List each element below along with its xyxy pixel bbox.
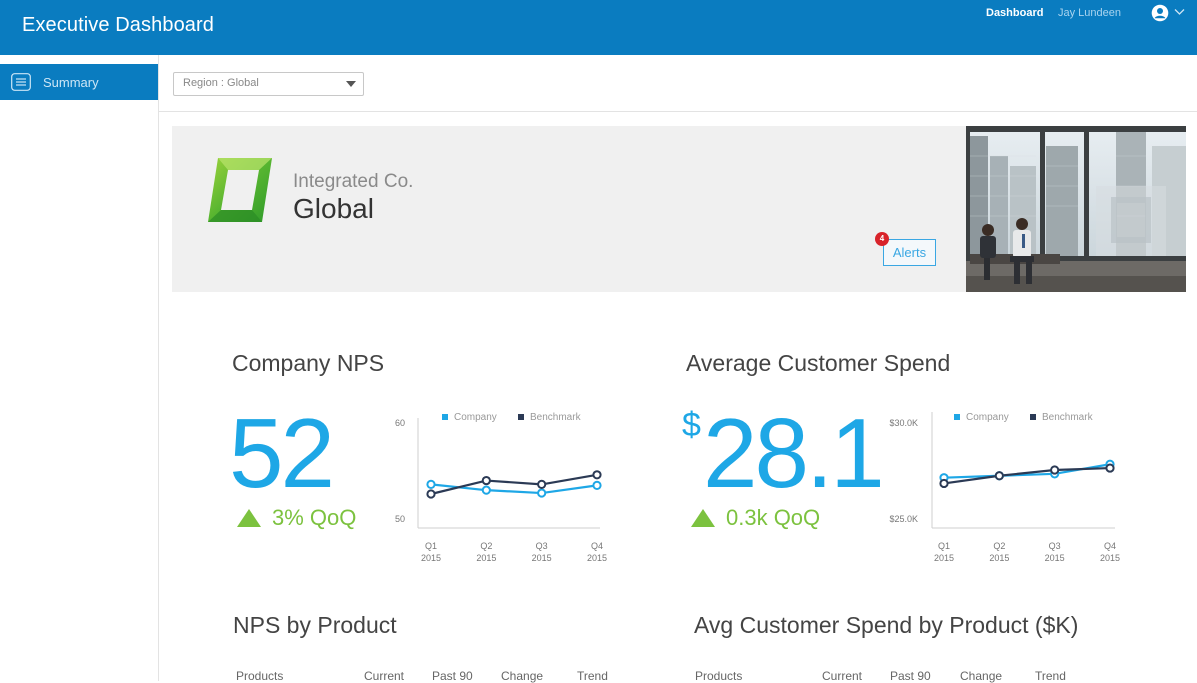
legend-label: Company <box>966 412 1009 423</box>
chart-x-tick-label: 2015 <box>989 553 1009 563</box>
chart-x-tick-label: Q2 <box>480 541 492 551</box>
spend-qoq-change: 0.3k QoQ <box>726 505 821 530</box>
chart-y-tick-label: 60 <box>395 418 405 428</box>
user-circle-icon[interactable] <box>1151 4 1169 22</box>
sidebar: Summary <box>0 55 159 681</box>
top-bar: Executive Dashboard Dashboard Jay Lundee… <box>0 0 1197 55</box>
data-point-benchmark[interactable] <box>426 489 436 499</box>
legend-label: Benchmark <box>1042 412 1094 423</box>
chart-x-tick-label: Q1 <box>425 541 437 551</box>
arrow-up-icon <box>691 509 715 527</box>
chart-x-tick-label: 2015 <box>476 553 496 563</box>
spend-value: 28.1 <box>703 398 885 508</box>
chart-x-tick-label: Q1 <box>938 541 950 551</box>
spend-trend-chart: $30.0K $25.0K Company Benchmark Q1 2015 Q2 2015… <box>889 412 1120 563</box>
legend-swatch <box>954 414 960 420</box>
data-point-company[interactable] <box>426 479 436 490</box>
data-point-benchmark[interactable] <box>939 478 949 489</box>
user-name-link[interactable]: Jay Lundeen <box>1058 7 1121 19</box>
data-point-benchmark[interactable] <box>537 479 547 490</box>
data-point-benchmark[interactable] <box>592 470 602 480</box>
region-heading: Global <box>293 193 374 224</box>
region-select[interactable]: Region : Global <box>173 72 364 96</box>
alerts-count-badge: 4 <box>875 232 889 246</box>
nav-dashboard-link[interactable]: Dashboard <box>986 7 1043 19</box>
legend-label: Company <box>454 412 497 423</box>
data-point-benchmark[interactable] <box>1050 465 1060 475</box>
data-point-company[interactable] <box>592 480 602 490</box>
legend-swatch <box>518 414 524 420</box>
data-point-benchmark[interactable] <box>994 471 1004 481</box>
chart-y-tick-label: $30.0K <box>889 418 918 428</box>
chart-x-tick-label: 2015 <box>587 553 607 563</box>
chart-x-tick-label: 2015 <box>1100 553 1120 563</box>
company-logo <box>208 158 272 222</box>
data-point-benchmark[interactable] <box>1105 463 1115 473</box>
nps-by-product-title: NPS by Product <box>233 612 397 638</box>
series-line-company <box>943 463 1111 479</box>
chart-y-tick-label: $25.0K <box>889 514 918 524</box>
list-icon <box>11 73 31 91</box>
filter-bar: Region : Global <box>159 55 1197 112</box>
nps-qoq-change: 3% QoQ <box>272 505 357 530</box>
company-name: Integrated Co. <box>293 171 414 192</box>
legend-swatch <box>1030 414 1036 420</box>
sidebar-item-label: Summary <box>43 75 99 90</box>
data-point-company[interactable] <box>481 485 491 495</box>
spend-by-product-title: Avg Customer Spend by Product ($K) <box>694 612 1079 638</box>
data-point-company[interactable] <box>537 488 547 498</box>
nps-section-title: Company NPS <box>232 350 385 376</box>
company-hero-banner: Integrated Co. Global Alerts 4 <box>172 126 1186 292</box>
legend-label: Benchmark <box>530 412 582 423</box>
chart-x-tick-label: Q3 <box>1049 541 1061 551</box>
chart-x-tick-label: Q2 <box>993 541 1005 551</box>
chart-y-tick-label: 50 <box>395 514 405 524</box>
chart-x-tick-label: Q4 <box>1104 541 1116 551</box>
legend-swatch <box>442 414 448 420</box>
chart-x-tick-label: 2015 <box>934 553 954 563</box>
chart-x-tick-label: Q4 <box>591 541 603 551</box>
chart-x-tick-label: 2015 <box>421 553 441 563</box>
chart-x-tick-label: 2015 <box>532 553 552 563</box>
chevron-down-icon[interactable] <box>1174 8 1185 16</box>
data-point-benchmark[interactable] <box>481 475 491 486</box>
spend-currency: $ <box>682 406 701 444</box>
office-photo <box>966 126 1186 292</box>
region-select-value: Region : Global <box>183 77 259 89</box>
spend-section-title: Average Customer Spend <box>686 350 951 376</box>
chart-x-tick-label: Q3 <box>536 541 548 551</box>
chart-x-tick-label: 2015 <box>1045 553 1065 563</box>
caret-down-icon <box>346 81 356 87</box>
app-title: Executive Dashboard <box>22 14 215 36</box>
alerts-button[interactable]: Alerts <box>883 239 936 266</box>
arrow-up-icon <box>237 509 261 527</box>
nps-trend-chart: 60 50 Company Benchmark Q1 2015 Q2 2015 Q3 2015 Q4… <box>395 412 607 563</box>
sidebar-item-summary[interactable]: Summary <box>0 64 158 100</box>
nps-value: 52 <box>229 398 335 508</box>
